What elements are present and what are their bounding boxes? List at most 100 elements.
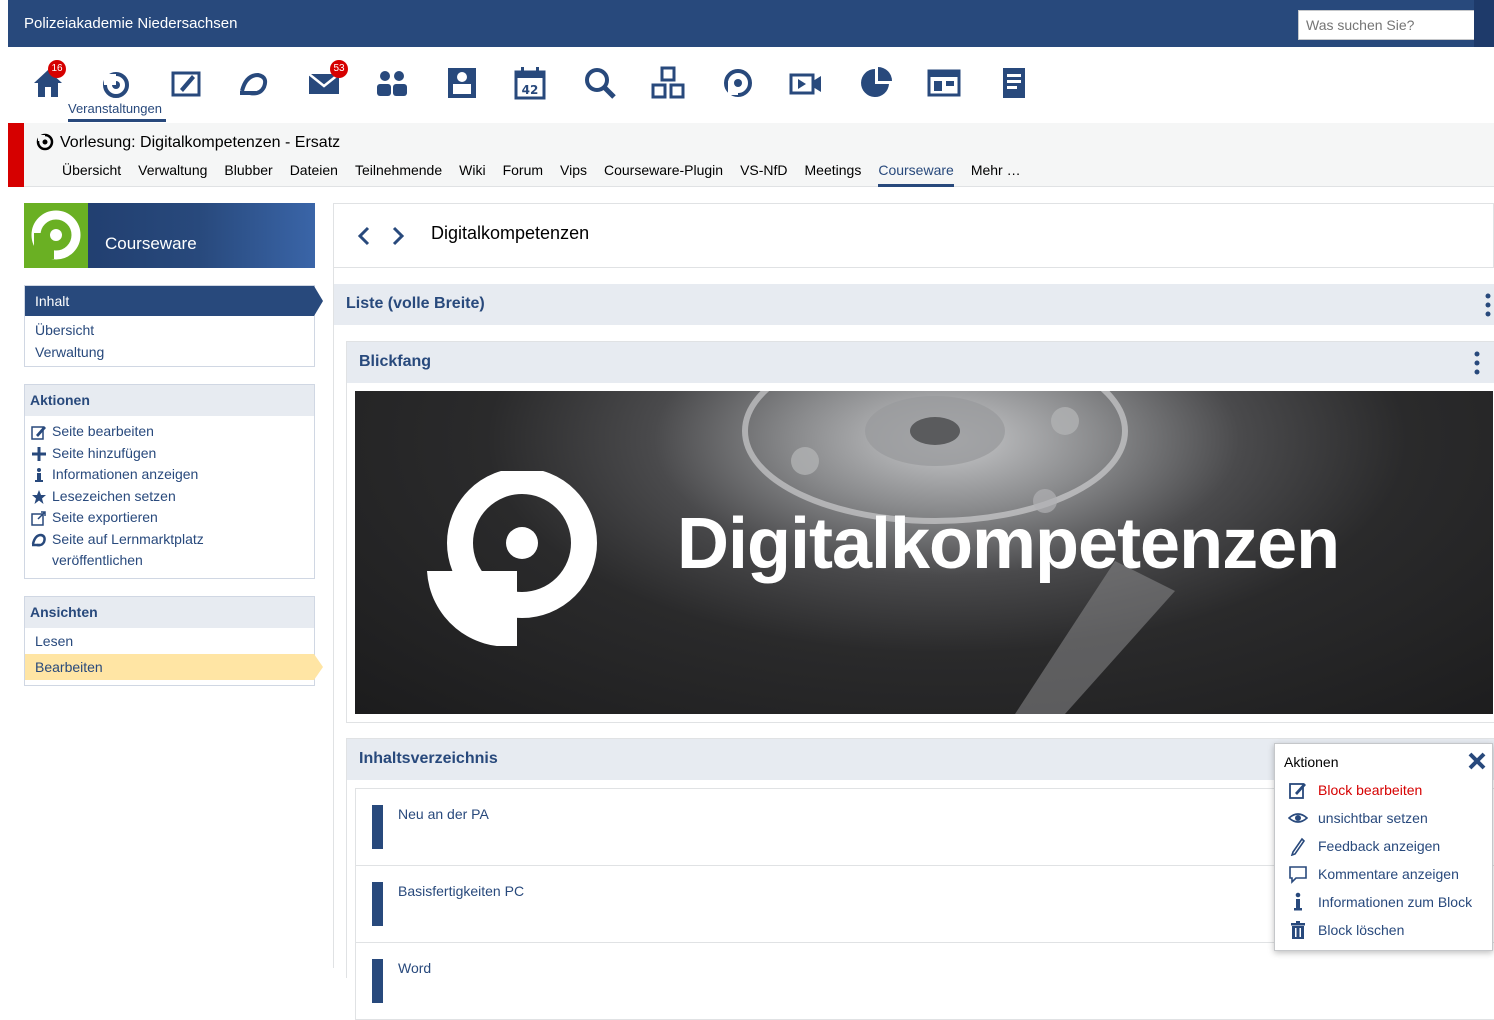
trash-icon: [1291, 921, 1305, 939]
view-read[interactable]: Lesen: [25, 628, 314, 654]
action-show-info[interactable]: Informationen anzeigen: [31, 464, 308, 486]
action-bookmark[interactable]: Lesezeichen setzen: [31, 486, 308, 508]
sidebar-nav: Inhalt Übersicht Verwaltung: [24, 285, 323, 367]
tab-courseware[interactable]: Courseware: [878, 162, 954, 187]
top-bar: Polizeiakademie Niedersachsen: [8, 0, 1494, 47]
search-input[interactable]: [1298, 10, 1484, 40]
sidebar-item-inhalt[interactable]: Inhalt: [25, 286, 323, 316]
home-icon[interactable]: 16: [30, 60, 66, 101]
view-edit[interactable]: Bearbeiten: [25, 653, 323, 680]
action-label: Seite auf Lernmarktplatz veröffentlichen: [52, 530, 204, 569]
course-title: Vorlesung: Digitalkompetenzen - Ersatz: [60, 134, 341, 151]
chevron-right-icon[interactable]: [390, 224, 406, 248]
section-menu-icon[interactable]: [1485, 293, 1491, 317]
svg-text:42: 42: [522, 83, 539, 97]
video-icon[interactable]: [788, 65, 824, 101]
toc-item[interactable]: Word: [355, 942, 1494, 1020]
course-tabs: Übersicht Verwaltung Blubber Dateien Tei…: [62, 162, 1021, 187]
toc-marker: [372, 959, 383, 1003]
menu-title: Aktionen: [1284, 754, 1339, 770]
export-icon: [31, 511, 46, 526]
menu-item-block-info[interactable]: Informationen zum Block: [1288, 892, 1472, 912]
tab-meetings[interactable]: Meetings: [805, 162, 862, 187]
block-eyecatcher: Blickfang Digitalkompetenzen: [346, 341, 1494, 723]
tab-blubber[interactable]: Blubber: [224, 162, 272, 187]
close-icon[interactable]: [1466, 750, 1488, 772]
hero-image: Digitalkompetenzen: [355, 391, 1493, 714]
documents-icon[interactable]: [996, 65, 1032, 101]
course-color-stripe: [8, 123, 24, 187]
menu-item-delete-block[interactable]: Block löschen: [1288, 920, 1404, 940]
main-navigation: 16 53 42 Veranstaltungen: [8, 47, 1494, 123]
block-header: Blickfang: [347, 342, 1494, 383]
sidebar: Courseware Inhalt Übersicht Verwaltung A…: [24, 203, 323, 686]
hero-logo-icon: [427, 471, 597, 646]
section-title: Liste (volle Breite): [346, 295, 485, 312]
planner-icon[interactable]: 42: [512, 65, 548, 101]
comment-icon: [1289, 866, 1307, 884]
tab-wiki[interactable]: Wiki: [459, 162, 485, 187]
chevron-left-icon[interactable]: [356, 224, 372, 248]
tab-verwaltung[interactable]: Verwaltung: [138, 162, 207, 187]
hero-text: Digitalkompetenzen: [677, 504, 1340, 584]
block-menu-icon[interactable]: [1474, 351, 1480, 375]
page-header: Digitalkompetenzen: [334, 203, 1494, 268]
tools-icon[interactable]: [650, 65, 686, 101]
action-label: Lesezeichen setzen: [52, 487, 176, 504]
sidebar-title: Courseware: [105, 234, 197, 253]
courses-icon[interactable]: [98, 65, 134, 101]
sidebar-item-uebersicht[interactable]: Übersicht: [25, 319, 314, 341]
eye-icon: [1288, 813, 1308, 823]
courseware-icon[interactable]: [720, 65, 756, 101]
menu-item-set-invisible[interactable]: unsichtbar setzen: [1288, 808, 1428, 828]
toc-label: Word: [398, 960, 432, 976]
community-icon[interactable]: [374, 65, 410, 101]
stats-icon[interactable]: [858, 65, 894, 101]
marketplace-icon[interactable]: [236, 65, 272, 101]
tab-vips[interactable]: Vips: [560, 162, 587, 187]
menu-item-show-comments[interactable]: Kommentare anzeigen: [1288, 864, 1459, 884]
home-badge: 16: [48, 60, 66, 78]
tab-vs-nfd[interactable]: VS-NfD: [740, 162, 787, 187]
tab-dateien[interactable]: Dateien: [290, 162, 338, 187]
tab-forum[interactable]: Forum: [503, 162, 543, 187]
menu-item-label: Block bearbeiten: [1318, 782, 1423, 798]
course-bar: Vorlesung: Digitalkompetenzen - Ersatz Ü…: [8, 123, 1494, 187]
action-publish-marketplace[interactable]: Seite auf Lernmarktplatz veröffentlichen: [31, 529, 308, 572]
toc-title: Inhaltsverzeichnis: [359, 750, 498, 767]
course-icon: [36, 133, 54, 151]
tab-courseware-plugin[interactable]: Courseware-Plugin: [604, 162, 723, 187]
menu-item-label: Informationen zum Block: [1318, 894, 1473, 910]
sidebar-header: Courseware: [24, 203, 315, 268]
nav-active-label[interactable]: Veranstaltungen: [68, 101, 162, 116]
action-label: Seite hinzufügen: [52, 444, 157, 461]
toc-marker: [372, 882, 383, 926]
search-icon[interactable]: [582, 65, 618, 101]
nav-active-indicator: [68, 119, 166, 122]
action-add-page[interactable]: Seite hinzufügen: [31, 443, 308, 465]
block-actions-menu: Aktionen Block bearbeiten unsichtbar set…: [1274, 743, 1493, 951]
menu-item-label: Feedback anzeigen: [1318, 838, 1441, 854]
views-box: Ansichten Lesen Bearbeiten: [24, 595, 323, 686]
menu-item-edit-block[interactable]: Block bearbeiten: [1288, 780, 1422, 800]
action-edit-page[interactable]: Seite bearbeiten: [31, 421, 308, 443]
workplace-icon[interactable]: [168, 65, 204, 101]
sidebar-item-verwaltung[interactable]: Verwaltung: [25, 341, 314, 363]
toc-label: Neu an der PA: [398, 806, 489, 822]
actions-title: Aktionen: [25, 385, 314, 416]
page-title: Digitalkompetenzen: [431, 223, 590, 243]
menu-item-show-feedback[interactable]: Feedback anzeigen: [1288, 836, 1440, 856]
pencil-icon: [1290, 837, 1306, 856]
edit-page-icon: [31, 426, 46, 440]
tab-mehr[interactable]: Mehr …: [971, 162, 1021, 187]
menu-item-label: Kommentare anzeigen: [1318, 866, 1459, 882]
info-icon: [35, 468, 43, 482]
block-title: Blickfang: [359, 353, 432, 370]
brand-name[interactable]: Polizeiakademie Niedersachsen: [24, 15, 237, 32]
action-export-page[interactable]: Seite exportieren: [31, 507, 308, 529]
tab-teilnehmende[interactable]: Teilnehmende: [355, 162, 442, 187]
tab-uebersicht[interactable]: Übersicht: [62, 162, 121, 187]
messages-icon[interactable]: 53: [306, 60, 348, 101]
layout-icon[interactable]: [926, 65, 962, 101]
profile-icon[interactable]: [444, 65, 480, 101]
